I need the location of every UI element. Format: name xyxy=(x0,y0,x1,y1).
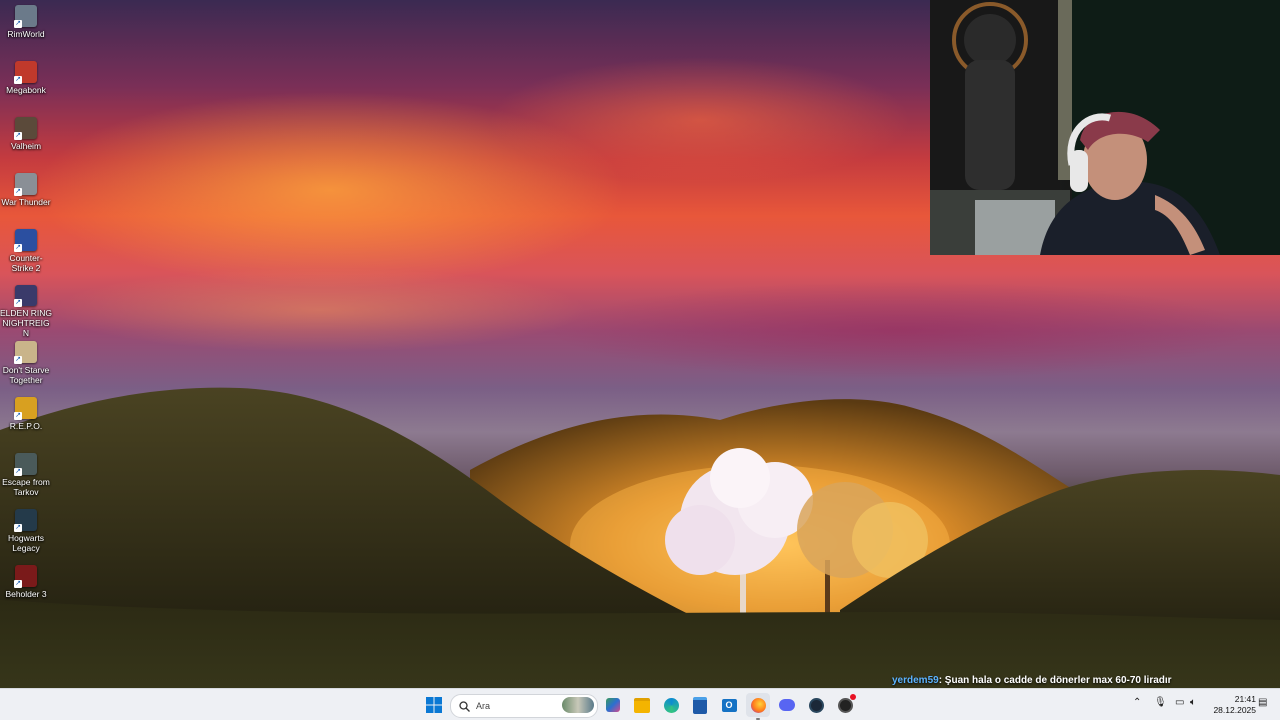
edge-icon xyxy=(663,697,679,713)
discord-icon xyxy=(779,699,795,711)
taskbar-app-outlook[interactable]: O xyxy=(717,693,741,717)
valheim-icon: ↗ xyxy=(14,117,37,140)
widgets-icon xyxy=(606,698,620,712)
taskbar-app-store[interactable] xyxy=(688,693,712,717)
firefox-icon xyxy=(750,697,766,713)
notification-center-icon[interactable]: ▤ xyxy=(1258,697,1267,708)
desktop-shortcut[interactable]: ↗ RimWorld xyxy=(0,2,52,58)
desktop: ↗ RimWorld ↗ Megabonk ↗ Valheim ↗ War Thunder ↗ C… xyxy=(0,0,1280,720)
desktop-icon-column: ↗ RimWorld ↗ Megabonk ↗ Valheim ↗ War Thunder ↗ C… xyxy=(0,2,52,618)
network-icon[interactable]: ▭ xyxy=(1175,697,1184,708)
desktop-shortcut-label: Hogwarts Legacy xyxy=(8,533,44,553)
search-placeholder: Ara xyxy=(476,701,491,711)
notification-dot xyxy=(850,694,856,700)
desktop-shortcut-label: War Thunder xyxy=(1,197,51,207)
desktop-shortcut[interactable]: ↗ Valheim xyxy=(0,114,52,170)
counter-strike-icon: ↗ xyxy=(14,229,37,252)
elden-ring-icon: ↗ xyxy=(14,285,37,307)
start-icon xyxy=(426,697,442,713)
steam-icon xyxy=(808,697,824,713)
clock-time: 21:41 xyxy=(1234,694,1256,704)
megabonk-icon: ↗ xyxy=(14,61,37,84)
desktop-shortcut-label: Valheim xyxy=(10,141,42,151)
shortcut-arrow-icon: ↗ xyxy=(14,244,22,252)
desktop-shortcut[interactable]: ↗ Don't Starve Together xyxy=(0,338,52,394)
shortcut-arrow-icon: ↗ xyxy=(14,356,22,364)
taskbar-app-widgets[interactable] xyxy=(601,693,625,717)
search-highlight-image xyxy=(562,697,594,713)
shortcut-arrow-icon: ↗ xyxy=(14,524,22,532)
desktop-shortcut[interactable]: ↗ R.E.P.O. xyxy=(0,394,52,450)
search-icon xyxy=(459,700,470,712)
desktop-shortcut[interactable]: ↗ Counter-Strike 2 xyxy=(0,226,52,282)
desktop-shortcut[interactable]: ↗ ELDEN RING NIGHTREIGN xyxy=(0,282,52,338)
taskbar-app-firefox[interactable] xyxy=(746,693,770,720)
volume-icon[interactable]: 🔈︎ xyxy=(1190,697,1196,708)
microphone-icon[interactable]: 🎙︎ xyxy=(1154,697,1167,708)
outlook-icon: O xyxy=(721,698,737,712)
shortcut-arrow-icon: ↗ xyxy=(14,412,22,420)
taskbar: Ara O ⌃ 🎙︎ ▭ 🔈︎ 21:41 28.12.2025 ▤ xyxy=(0,688,1280,720)
chat-text: : Şuan hala o cadde de dönerler max 60-7… xyxy=(938,675,1172,686)
repo-icon: ↗ xyxy=(14,397,37,420)
beholder-icon: ↗ xyxy=(14,565,37,588)
chat-username: yerdem59 xyxy=(892,675,939,686)
desktop-shortcut[interactable]: ↗ War Thunder xyxy=(0,170,52,226)
rimworld-icon: ↗ xyxy=(14,5,37,28)
file-explorer-icon xyxy=(634,697,650,713)
shortcut-arrow-icon: ↗ xyxy=(14,188,22,196)
desktop-shortcut-label: Counter-Strike 2 xyxy=(9,253,43,273)
clock-date: 28.12.2025 xyxy=(1213,705,1256,715)
start-button[interactable] xyxy=(422,693,446,717)
obs-icon xyxy=(837,697,853,713)
desktop-shortcut[interactable]: ↗ Megabonk xyxy=(0,58,52,114)
desktop-shortcut-label: ELDEN RING NIGHTREIGN xyxy=(0,308,52,338)
desktop-shortcut-label: Megabonk xyxy=(6,85,46,95)
chat-message: yerdem59: Şuan hala o cadde de dönerler … xyxy=(892,675,1172,686)
shortcut-arrow-icon: ↗ xyxy=(14,299,22,307)
desktop-shortcut[interactable]: ↗ Escape from Tarkov xyxy=(0,450,52,506)
desktop-shortcut[interactable]: ↗ Hogwarts Legacy xyxy=(0,506,52,562)
desktop-shortcut-label: R.E.P.O. xyxy=(9,421,43,431)
shortcut-arrow-icon: ↗ xyxy=(14,76,22,84)
taskbar-app-file-explorer[interactable] xyxy=(630,693,654,717)
desktop-shortcut-label: Escape from Tarkov xyxy=(2,477,50,497)
taskbar-clock[interactable]: 21:41 28.12.2025 xyxy=(1206,694,1256,716)
taskbar-app-discord[interactable] xyxy=(775,693,799,717)
hogwarts-icon: ↗ xyxy=(14,509,37,532)
taskbar-app-edge[interactable] xyxy=(659,693,683,717)
shortcut-arrow-icon: ↗ xyxy=(14,580,22,588)
desktop-shortcut-label: RimWorld xyxy=(7,29,45,39)
desktop-shortcut-label: Don't Starve Together xyxy=(2,365,50,385)
tarkov-icon: ↗ xyxy=(14,453,37,476)
dont-starve-icon: ↗ xyxy=(14,341,37,364)
war-thunder-icon: ↗ xyxy=(14,173,37,196)
shortcut-arrow-icon: ↗ xyxy=(14,468,22,476)
taskbar-search-box[interactable]: Ara xyxy=(450,694,598,718)
taskbar-app-steam[interactable] xyxy=(804,693,828,717)
shortcut-arrow-icon: ↗ xyxy=(14,20,22,28)
store-icon xyxy=(693,696,707,714)
webcam-overlay xyxy=(930,0,1280,255)
shortcut-arrow-icon: ↗ xyxy=(14,132,22,140)
taskbar-app-obs[interactable] xyxy=(833,693,857,717)
desktop-shortcut[interactable]: ↗ Beholder 3 xyxy=(0,562,52,618)
chevron-up-icon[interactable]: ⌃ xyxy=(1133,697,1141,708)
desktop-shortcut-label: Beholder 3 xyxy=(5,589,47,599)
